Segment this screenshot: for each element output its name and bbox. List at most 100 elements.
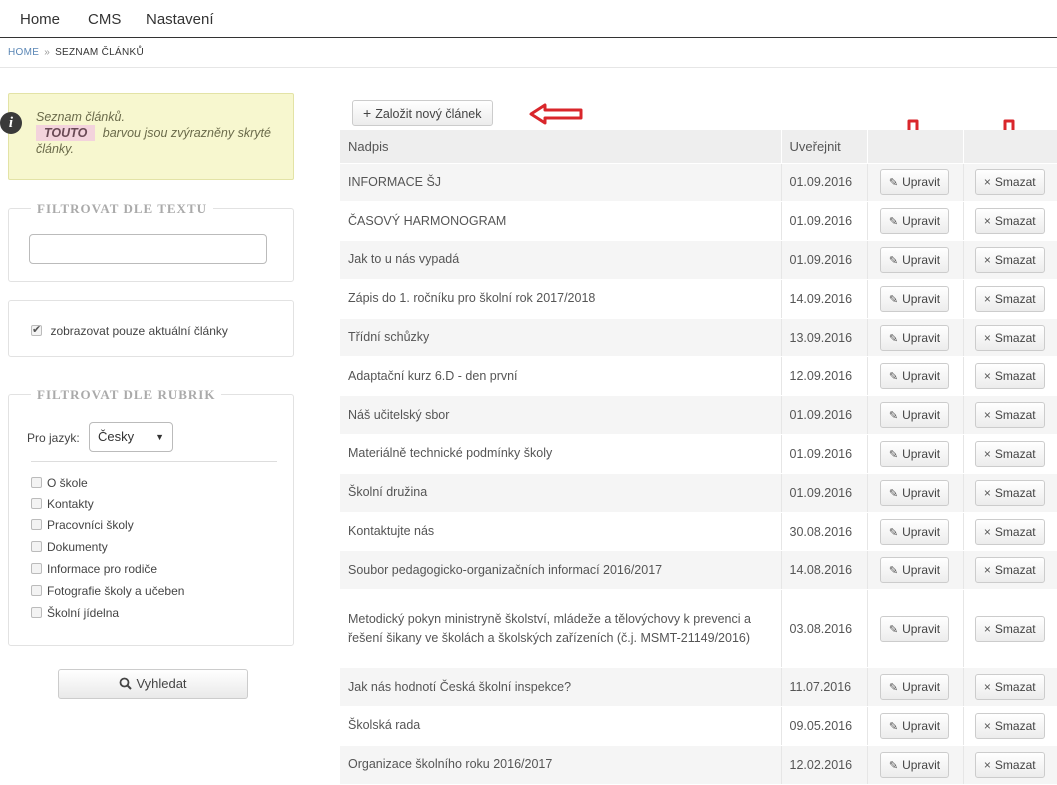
article-title[interactable]: Materiálně technické podmínky školy [340,434,781,474]
pencil-icon: ✎ [888,216,899,229]
delete-button[interactable]: × Smazat [974,169,1045,196]
delete-cell: × Smazat [962,589,1057,669]
current-only-checkbox[interactable] [31,323,42,336]
pencil-icon: ✎ [888,682,899,695]
rubrika-checkbox[interactable] [31,607,42,618]
edit-button[interactable]: ✎ Upravit [879,518,950,545]
rubrika-item[interactable]: Školní jídelna [31,606,119,620]
delete-button[interactable]: × Smazat [974,674,1045,701]
nav-nastaveni[interactable]: Nastavení [146,11,214,28]
close-icon: × [983,330,991,345]
edit-button[interactable]: ✎ Upravit [879,208,950,235]
article-title[interactable]: INFORMACE ŠJ [340,163,781,203]
current-only-box: zobrazovat pouze aktuální články [8,300,294,357]
delete-button[interactable]: × Smazat [974,518,1045,545]
delete-button[interactable]: × Smazat [974,557,1045,584]
edit-button[interactable]: ✎ Upravit [879,246,950,273]
article-title[interactable]: Kontaktujte nás [340,512,781,552]
edit-button[interactable]: ✎ Upravit [879,479,950,506]
pencil-icon: ✎ [888,371,899,384]
article-date: 01.09.2016 [780,163,867,203]
edit-button[interactable]: ✎ Upravit [879,674,950,701]
rubrika-checkbox[interactable] [31,563,42,574]
rubrika-item[interactable]: Informace pro rodiče [31,562,157,576]
nav-home[interactable]: Home [20,11,60,28]
rubrika-checkbox[interactable] [31,585,42,596]
close-icon: × [983,408,991,423]
rubrika-item[interactable]: O škole [31,476,88,490]
filter-text-input[interactable] [29,234,267,264]
edit-label: Upravit [902,291,941,306]
rubrika-item[interactable]: Kontakty [31,497,94,511]
delete-button[interactable]: × Smazat [974,751,1045,778]
edit-button[interactable]: ✎ Upravit [879,615,950,642]
table-row: Kontaktujte nás 30.08.2016 ✎ Upravit × Smazat [340,512,1057,552]
article-title[interactable]: Třídní schůzky [340,318,781,358]
edit-button[interactable]: ✎ Upravit [879,363,950,390]
delete-button[interactable]: × Smazat [974,246,1045,273]
delete-button[interactable]: × Smazat [974,324,1045,351]
article-date: 01.09.2016 [780,395,867,436]
edit-button[interactable]: ✎ Upravit [879,402,950,429]
article-title[interactable]: Zápis do 1. ročníku pro školní rok 2017/… [340,279,781,319]
edit-button[interactable]: ✎ Upravit [879,751,950,778]
delete-cell: × Smazat [962,434,1057,474]
rubrika-checkbox[interactable] [31,498,42,509]
delete-button[interactable]: × Smazat [974,440,1045,467]
column-header-date[interactable]: Uveřejnit [780,130,867,164]
edit-cell: ✎ Upravit [866,434,963,474]
search-button[interactable]: Vyhledat [58,669,248,699]
edit-cell: ✎ Upravit [866,240,963,280]
delete-button[interactable]: × Smazat [974,615,1045,642]
pencil-icon: ✎ [888,448,899,461]
delete-cell: × Smazat [962,240,1057,280]
article-title[interactable]: ČASOVÝ HARMONOGRAM [340,201,781,242]
article-title[interactable]: Školní družina [340,473,781,513]
edit-button[interactable]: ✎ Upravit [879,285,950,312]
edit-button[interactable]: ✎ Upravit [879,169,950,196]
edit-label: Upravit [902,214,941,229]
article-title[interactable]: Organizace školního roku 2016/2017 [340,745,781,785]
rubrika-item[interactable]: Pracovníci školy [31,518,134,532]
article-title[interactable]: Náš učitelský sbor [340,395,781,436]
top-navigation: Home CMS Nastavení [0,0,1057,38]
article-title[interactable]: Jak to u nás vypadá [340,240,781,280]
edit-cell: ✎ Upravit [866,512,963,552]
rubrika-item[interactable]: Fotografie školy a učeben [31,584,184,598]
rubrika-checkbox[interactable] [31,541,42,552]
rubrika-checkbox[interactable] [31,519,42,530]
edit-button[interactable]: ✎ Upravit [879,557,950,584]
rubrika-label: Školní jídelna [47,606,120,620]
close-icon: × [983,621,991,636]
delete-button[interactable]: × Smazat [974,285,1045,312]
edit-button[interactable]: ✎ Upravit [879,712,950,739]
breadcrumb-home[interactable]: HOME [8,47,39,58]
delete-button[interactable]: × Smazat [974,712,1045,739]
delete-label: Smazat [994,252,1036,267]
article-title[interactable]: Metodický pokyn ministryně školství, mlá… [340,589,781,669]
edit-button[interactable]: ✎ Upravit [879,324,950,351]
delete-button[interactable]: × Smazat [974,363,1045,390]
edit-cell: ✎ Upravit [866,589,963,669]
info-icon: i [0,112,22,134]
pencil-icon: ✎ [888,526,899,539]
delete-label: Smazat [994,524,1036,539]
article-title[interactable]: Adaptační kurz 6.D - den první [340,356,781,397]
add-article-button[interactable]: + Založit nový článek [352,100,493,126]
delete-button[interactable]: × Smazat [974,479,1045,506]
article-title[interactable]: Jak nás hodnotí Česká školní inspekce? [340,667,781,708]
column-header-title[interactable]: Nadpis [340,130,781,164]
rubrika-item[interactable]: Dokumenty [31,540,108,554]
edit-label: Upravit [902,563,941,578]
delete-button[interactable]: × Smazat [974,208,1045,235]
article-title[interactable]: Soubor pedagogicko-organizačních informa… [340,550,781,591]
nav-cms[interactable]: CMS [88,11,121,28]
language-select[interactable]: Česky ▼ [89,422,173,452]
article-title[interactable]: Školská rada [340,706,781,746]
delete-button[interactable]: × Smazat [974,402,1045,429]
edit-button[interactable]: ✎ Upravit [879,440,950,467]
rubrika-checkbox[interactable] [31,477,42,488]
table-row: Soubor pedagogicko-organizačních informa… [340,550,1057,591]
close-icon: × [983,446,991,461]
delete-cell: × Smazat [962,395,1057,436]
